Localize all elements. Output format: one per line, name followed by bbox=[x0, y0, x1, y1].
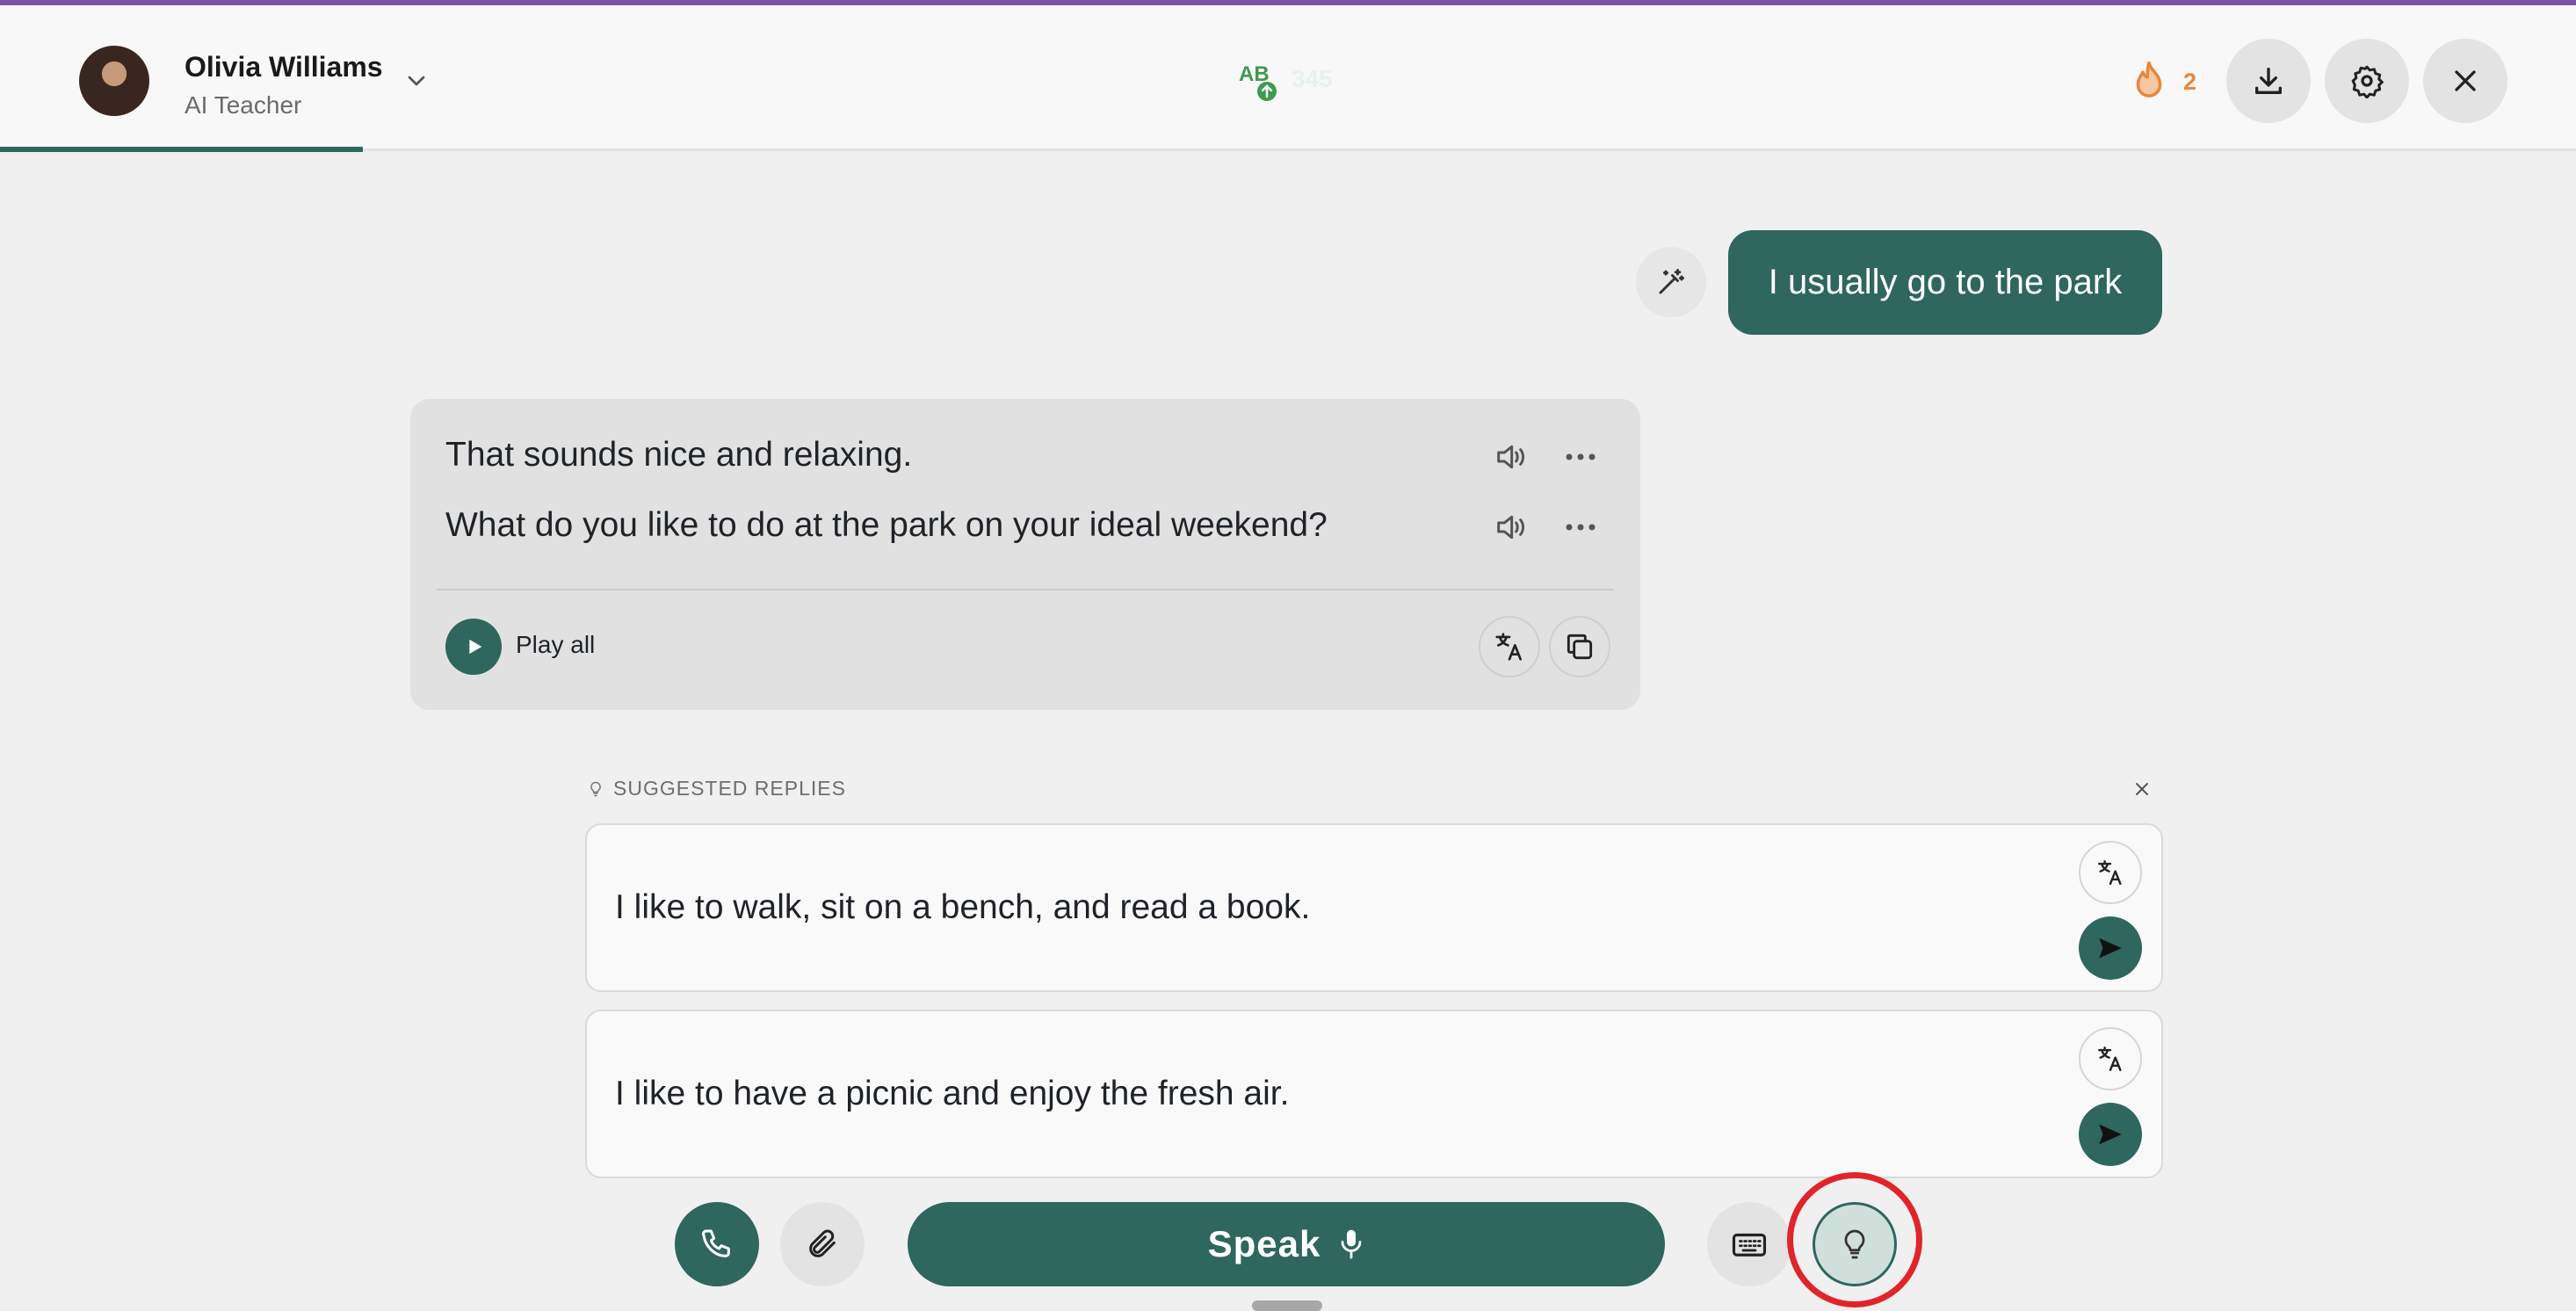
settings-button[interactable] bbox=[2325, 39, 2409, 123]
translate-icon bbox=[1495, 633, 1523, 661]
suggested-replies-title: SUGGESTED REPLIES bbox=[613, 777, 846, 800]
ai-message-line[interactable]: What do you like to do at the park on yo… bbox=[445, 506, 1328, 545]
copy-icon bbox=[1567, 634, 1593, 660]
more-options-icon[interactable] bbox=[1563, 451, 1598, 463]
teacher-name[interactable]: Olivia Williams bbox=[185, 51, 383, 83]
attach-button[interactable] bbox=[780, 1202, 865, 1286]
copy-button[interactable] bbox=[1549, 616, 1610, 677]
lightbulb-icon bbox=[590, 781, 601, 796]
translate-button[interactable] bbox=[2079, 841, 2142, 904]
suggested-replies-heading: SUGGESTED REPLIES bbox=[587, 777, 846, 800]
streak-count: 2 bbox=[2183, 69, 2197, 95]
user-message-text: I usually go to the park bbox=[1768, 263, 2123, 301]
level-badge-icon: AB bbox=[1239, 62, 1277, 101]
more-options-icon[interactable] bbox=[1563, 521, 1598, 533]
send-button[interactable] bbox=[2079, 916, 2142, 980]
flame-icon bbox=[2136, 61, 2162, 98]
speaker-icon[interactable] bbox=[1491, 510, 1530, 545]
download-button[interactable] bbox=[2226, 39, 2311, 123]
close-icon bbox=[2455, 70, 2476, 91]
divider bbox=[437, 589, 1614, 590]
magic-wand-icon bbox=[1659, 269, 1684, 294]
send-button[interactable] bbox=[2079, 1103, 2142, 1166]
microphone-icon bbox=[1342, 1229, 1362, 1259]
close-button[interactable] bbox=[2423, 39, 2507, 123]
chevron-down-icon[interactable] bbox=[402, 67, 431, 95]
avatar[interactable] bbox=[79, 46, 149, 116]
lesson-progress-bar bbox=[0, 147, 363, 152]
improve-message-button[interactable] bbox=[1636, 247, 1706, 317]
suggested-reply-text[interactable]: I like to have a picnic and enjoy the fr… bbox=[615, 1075, 1289, 1113]
translate-button[interactable] bbox=[1479, 616, 1540, 677]
send-icon bbox=[2099, 938, 2122, 959]
teacher-role: AI Teacher bbox=[185, 91, 302, 119]
translate-button[interactable] bbox=[2079, 1027, 2142, 1090]
ai-message-card: That sounds nice and relaxing. What do y… bbox=[410, 399, 1640, 710]
speaker-icon[interactable] bbox=[1491, 439, 1530, 474]
header-bar: Olivia Williams AI Teacher AB 345 2 bbox=[0, 5, 2576, 151]
send-icon bbox=[2099, 1124, 2122, 1145]
user-message-bubble[interactable]: I usually go to the park bbox=[1728, 230, 2162, 335]
suggested-reply-card[interactable]: I like to walk, sit on a bench, and read… bbox=[585, 823, 2163, 992]
ai-message-line[interactable]: That sounds nice and relaxing. bbox=[445, 436, 912, 474]
home-indicator bbox=[1252, 1300, 1322, 1311]
call-button[interactable] bbox=[675, 1202, 759, 1286]
speak-button[interactable]: Speak bbox=[908, 1202, 1665, 1286]
play-all-button[interactable] bbox=[445, 619, 502, 675]
play-all-label[interactable]: Play all bbox=[516, 631, 595, 659]
play-icon bbox=[469, 639, 482, 655]
gear-icon bbox=[2351, 65, 2384, 98]
translate-icon bbox=[2098, 1047, 2122, 1071]
keyboard-button[interactable] bbox=[1707, 1202, 1791, 1286]
suggested-reply-card[interactable]: I like to have a picnic and enjoy the fr… bbox=[585, 1010, 2163, 1178]
suggested-reply-text[interactable]: I like to walk, sit on a bench, and read… bbox=[615, 888, 1310, 927]
speak-label: Speak bbox=[1207, 1223, 1321, 1264]
download-icon bbox=[2255, 68, 2282, 95]
level-number: 345 bbox=[1292, 65, 1333, 92]
paperclip-icon bbox=[809, 1229, 836, 1257]
close-suggestions-icon[interactable] bbox=[2131, 779, 2153, 800]
click-highlight-ring bbox=[1787, 1172, 1922, 1307]
phone-icon bbox=[702, 1229, 730, 1257]
translate-icon bbox=[2098, 860, 2122, 885]
keyboard-icon bbox=[1732, 1233, 1767, 1257]
